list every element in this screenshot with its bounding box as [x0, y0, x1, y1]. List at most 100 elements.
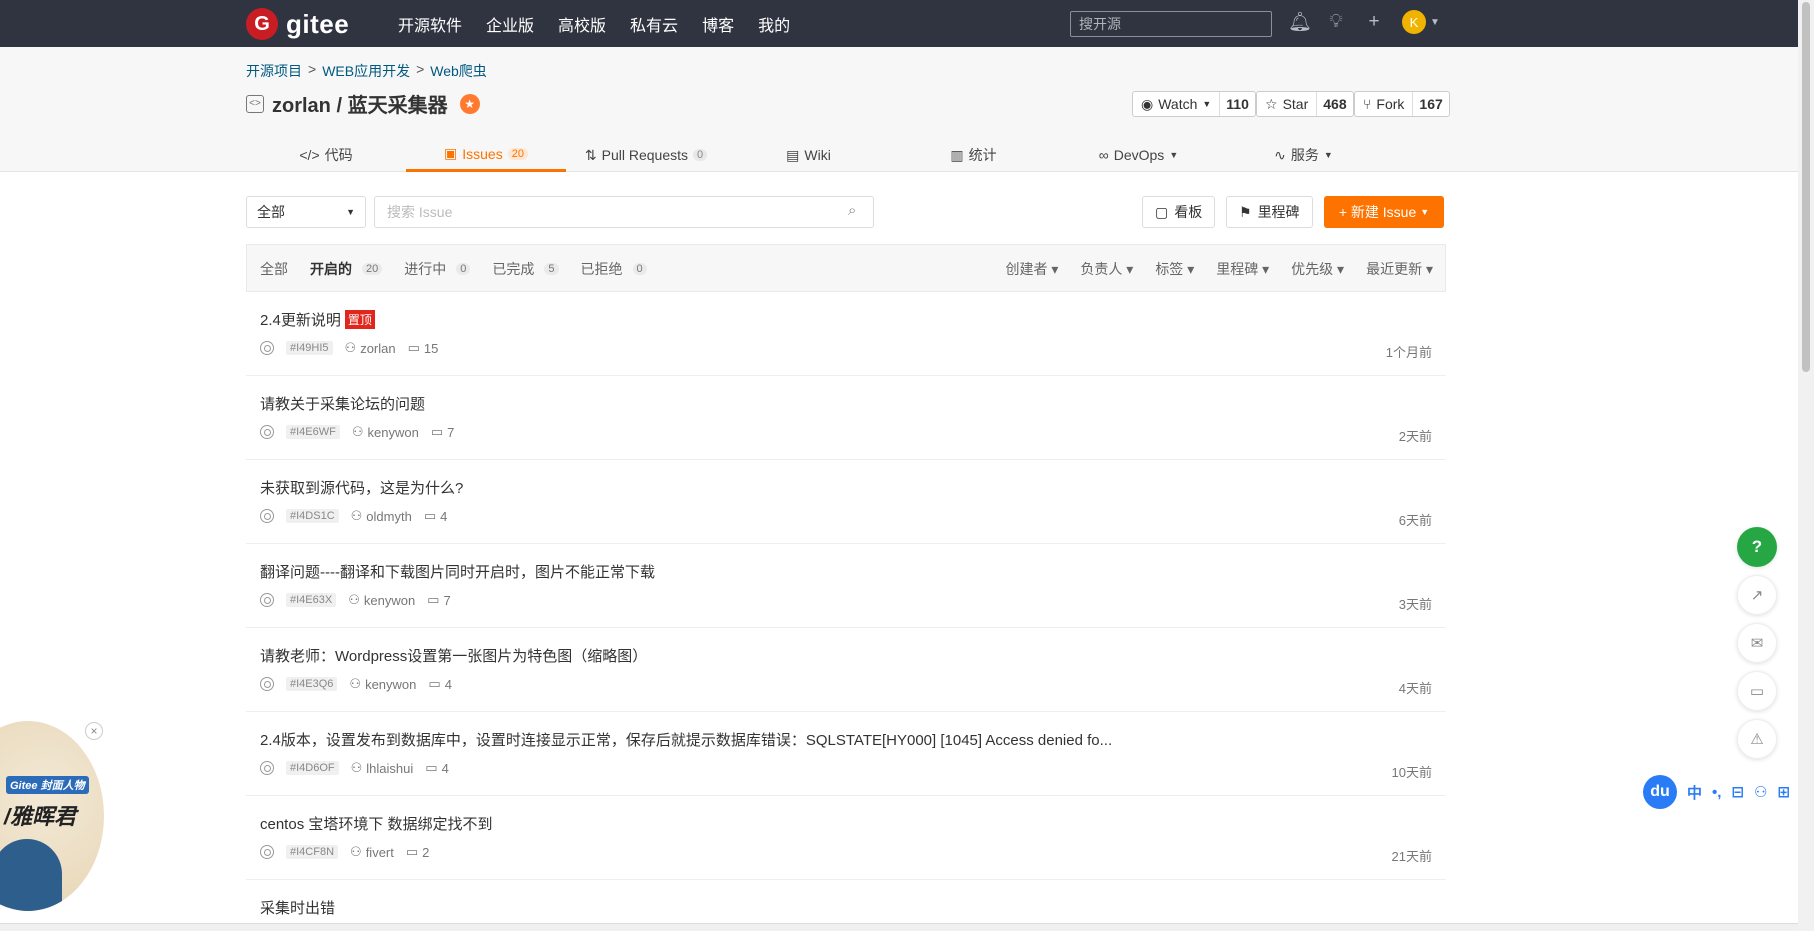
gitee-logo-icon: G	[246, 8, 278, 40]
filter-label[interactable]: 标签 ▾	[1155, 259, 1194, 279]
scrollbar-thumb[interactable]	[1802, 2, 1810, 372]
tab-devops[interactable]: ∞ DevOps ▼	[1056, 138, 1221, 172]
wiki-icon: ▤	[786, 146, 800, 163]
fork-count[interactable]: 167	[1413, 92, 1448, 116]
ime-chinese-toggle[interactable]: 中	[1687, 782, 1702, 803]
breadcrumb-web-dev[interactable]: WEB应用开发	[322, 61, 410, 81]
nav-item-blog[interactable]: 博客	[702, 12, 734, 36]
report-button[interactable]: ⚠	[1737, 719, 1777, 759]
ime-user-icon[interactable]: ⚇	[1754, 783, 1767, 801]
issue-id[interactable]: #I4CF8N	[286, 845, 339, 859]
issue-author[interactable]: kenywon	[365, 677, 416, 692]
issue-id[interactable]: #I4D6OF	[286, 761, 339, 775]
user-icon: ⚇	[350, 844, 362, 859]
issue-id[interactable]: #I4E3Q6	[286, 677, 338, 691]
plus-icon[interactable]: +	[1364, 11, 1384, 33]
issue-title[interactable]: centos 宝塔环境下 数据绑定找不到	[260, 813, 493, 834]
watch-count[interactable]: 110	[1220, 92, 1255, 116]
issue-author[interactable]: fivert	[366, 845, 394, 860]
gitee-logo[interactable]: G gitee	[246, 8, 349, 40]
search-icon[interactable]: ⌕	[848, 202, 856, 219]
mail-button[interactable]: ✉	[1737, 623, 1777, 663]
new-issue-button[interactable]: + 新建 Issue ▼	[1324, 196, 1444, 228]
filter-rejected[interactable]: 已拒绝 0	[581, 259, 647, 279]
board-button[interactable]: ▢ 看板	[1142, 196, 1216, 228]
issue-title[interactable]: 翻译问题----翻译和下载图片同时开启时，图片不能正常下载	[260, 561, 655, 582]
star-button[interactable]: ☆ Star 468	[1256, 91, 1354, 117]
medal-icon[interactable]: ★	[459, 93, 480, 114]
issue-id[interactable]: #I49HI5	[286, 341, 333, 355]
issue-title[interactable]: 未获取到源代码，这是为什么?	[260, 477, 463, 498]
issue-author[interactable]: lhlaishui	[366, 761, 413, 776]
nav-item-mine[interactable]: 我的	[758, 12, 790, 36]
issue-title[interactable]: 采集时出错	[260, 897, 335, 918]
filter-in-progress[interactable]: 进行中 0	[404, 259, 471, 279]
sort-recent-update[interactable]: 最近更新 ▾	[1366, 259, 1433, 279]
issue-updated-time: 6天前	[1398, 513, 1432, 528]
filter-all[interactable]: 全部	[260, 259, 288, 279]
issue-author[interactable]: kenywon	[368, 425, 419, 440]
ime-grid-icon[interactable]: ⊞	[1777, 783, 1790, 801]
nav-item-opensource[interactable]: 开源软件	[398, 12, 462, 36]
fork-icon: ⑂	[1363, 96, 1372, 112]
issue-title[interactable]: 2.4版本，设置发布到数据库中，设置时连接显示正常，保存后就提示数据库错误：SQ…	[260, 729, 1112, 750]
tab-service[interactable]: ∿ 服务 ▼	[1221, 138, 1386, 172]
baidu-ime-logo[interactable]: du	[1643, 775, 1677, 809]
filter-creator[interactable]: 创建者 ▾	[1005, 259, 1058, 279]
global-search-input[interactable]	[1070, 11, 1272, 37]
issue-id[interactable]: #I4DS1C	[286, 509, 339, 523]
issue-list: 2.4更新说明 置顶 #I49HI5 ⚇ zorlan ▭ 15 1个月前 请教关于采…	[246, 292, 1446, 931]
chevron-down-icon[interactable]: ▼	[1430, 17, 1440, 28]
tab-code[interactable]: </> 代码	[246, 138, 406, 172]
nav-item-enterprise[interactable]: 企业版	[486, 12, 534, 36]
nav-item-education[interactable]: 高校版	[558, 12, 606, 36]
tab-pull-requests[interactable]: ⇅ Pull Requests 0	[566, 138, 726, 172]
project-name[interactable]: zorlan / 蓝天采集器	[272, 89, 448, 118]
issue-author[interactable]: kenywon	[364, 593, 415, 608]
promo-bubble[interactable]: Gitee 封面人物 /雅晖君	[0, 721, 104, 911]
top-icons: 🔔︎ 💡︎ + K ▼	[1288, 10, 1440, 34]
breadcrumb-web-crawler[interactable]: Web爬虫	[430, 61, 487, 81]
ime-punctuation-toggle[interactable]: •,	[1712, 784, 1721, 801]
issue-title[interactable]: 请教老师：Wordpress设置第一张图片为特色图（缩略图）	[260, 645, 647, 666]
lightbulb-icon[interactable]: 💡︎	[1326, 11, 1346, 33]
issue-author[interactable]: oldmyth	[366, 509, 412, 524]
milestone-button[interactable]: ⚑ 里程碑	[1226, 196, 1313, 228]
issue-status-icon	[260, 341, 274, 355]
help-button[interactable]: ?	[1737, 527, 1777, 567]
bell-icon[interactable]: 🔔︎	[1288, 10, 1312, 34]
tab-stats[interactable]: ▥ 统计	[891, 138, 1056, 172]
filter-assignee[interactable]: 负责人 ▾	[1080, 259, 1133, 279]
milestone-icon: ⚑	[1239, 203, 1252, 220]
issue-id[interactable]: #I4E6WF	[286, 425, 340, 439]
filter-done[interactable]: 已完成 5	[492, 259, 559, 279]
pinned-badge: 置顶	[344, 310, 375, 329]
tab-issues[interactable]: ▣ Issues 20	[406, 138, 566, 172]
issue-comment-count: 2	[422, 844, 430, 860]
filter-milestone[interactable]: 里程碑 ▾	[1216, 259, 1269, 279]
issue-title[interactable]: 请教关于采集论坛的问题	[260, 393, 425, 414]
filter-priority[interactable]: 优先级 ▾	[1291, 259, 1344, 279]
issue-title[interactable]: 2.4更新说明	[260, 309, 341, 330]
issue-updated-time: 1个月前	[1385, 345, 1432, 360]
issue-scope-select[interactable]: 全部 ▼	[246, 196, 366, 228]
feedback-button[interactable]: ▭	[1737, 671, 1777, 711]
fork-button[interactable]: ⑂ Fork 167	[1354, 91, 1450, 117]
breadcrumb-opensource[interactable]: 开源项目	[246, 61, 302, 81]
gitee-logo-text: gitee	[286, 8, 350, 39]
share-button[interactable]: ↗	[1737, 575, 1777, 615]
page-scrollbar[interactable]	[1798, 0, 1814, 931]
star-count[interactable]: 468	[1317, 92, 1352, 116]
tab-wiki[interactable]: ▤ Wiki	[726, 138, 891, 172]
filter-open[interactable]: 开启的 20	[310, 259, 383, 279]
issue-id[interactable]: #I4E63X	[286, 593, 337, 607]
close-icon[interactable]: ×	[85, 722, 103, 740]
caret-down-icon: ▼	[346, 207, 355, 217]
nav-item-private-cloud[interactable]: 私有云	[630, 12, 678, 36]
issue-search-input[interactable]	[374, 196, 874, 228]
user-avatar[interactable]: K	[1402, 10, 1426, 34]
ime-toolbox-icon[interactable]: ⊟	[1731, 783, 1744, 801]
watch-button[interactable]: ◉ Watch ▼ 110	[1132, 91, 1256, 117]
issue-author[interactable]: zorlan	[360, 341, 395, 356]
issue-row: 未获取到源代码，这是为什么? #I4DS1C ⚇ oldmyth ▭ 4 6天前	[246, 460, 1446, 544]
